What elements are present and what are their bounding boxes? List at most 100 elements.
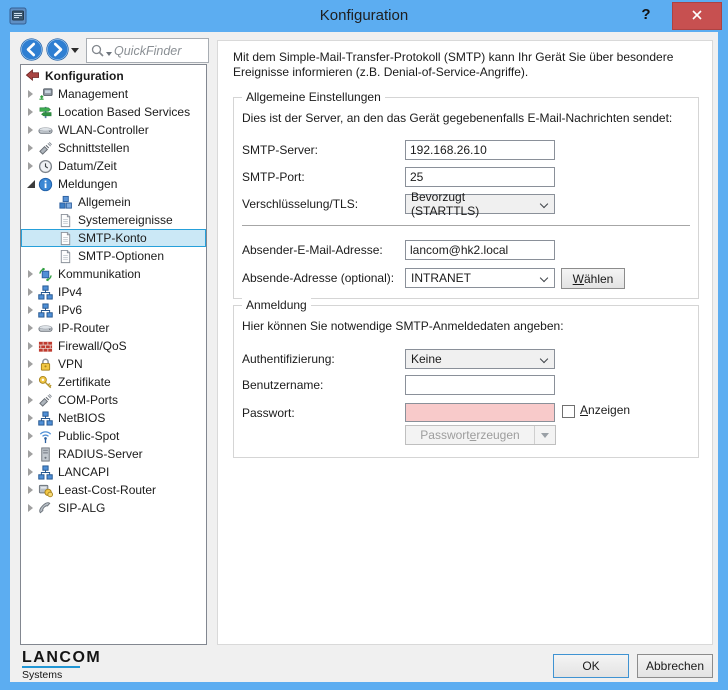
quickfinder-input[interactable] xyxy=(114,43,205,58)
tree-item-least-cost-router[interactable]: Least-Cost-Router xyxy=(21,481,206,499)
tree-item-ipv6[interactable]: IPv6 xyxy=(21,301,206,319)
password-input[interactable] xyxy=(405,403,555,422)
tree-item-netbios[interactable]: NetBIOS xyxy=(21,409,206,427)
generate-password-dropdown-icon[interactable] xyxy=(534,426,555,444)
cancel-button[interactable]: Abbrechen xyxy=(637,654,713,678)
choose-button[interactable]: Wählen xyxy=(561,268,625,289)
phone-icon xyxy=(38,500,55,516)
tree-item-schnittstellen[interactable]: Schnittstellen xyxy=(21,139,206,157)
tree-item-management[interactable]: Management xyxy=(21,85,206,103)
auth-combobox[interactable]: Keine xyxy=(405,349,555,369)
smtp-server-label: SMTP-Server: xyxy=(242,143,319,157)
tree-item-location-based-services[interactable]: Location Based Services xyxy=(21,103,206,121)
connector-icon xyxy=(38,392,55,408)
expander-icon[interactable] xyxy=(25,175,38,193)
login-group: Anmeldung Hier können Sie notwendige SMT… xyxy=(233,298,699,458)
expander-icon[interactable] xyxy=(25,319,38,337)
network-icon xyxy=(38,410,55,426)
tree-item-konfiguration[interactable]: Konfiguration xyxy=(21,67,206,85)
tree-item-allgemein[interactable]: Allgemein xyxy=(21,193,206,211)
smtp-server-input[interactable] xyxy=(405,140,555,160)
expander-icon[interactable] xyxy=(25,355,38,373)
expander-icon[interactable] xyxy=(25,463,38,481)
expander-icon[interactable] xyxy=(25,85,38,103)
auth-label: Authentifizierung: xyxy=(242,352,335,366)
expander-icon[interactable] xyxy=(25,409,38,427)
tree-item-wlan-controller[interactable]: WLAN-Controller xyxy=(21,121,206,139)
management-icon xyxy=(38,86,55,102)
expander-icon[interactable] xyxy=(25,157,38,175)
back-button[interactable] xyxy=(20,38,43,61)
help-button[interactable]: ? xyxy=(632,1,660,29)
titlebar: Konfiguration ? xyxy=(0,0,728,32)
sender-email-input[interactable] xyxy=(405,240,555,260)
expander-icon[interactable] xyxy=(25,265,38,283)
expander-icon[interactable] xyxy=(25,121,38,139)
smtp-port-input[interactable] xyxy=(405,167,555,187)
expander-icon[interactable] xyxy=(25,481,38,499)
config-arrow-icon xyxy=(25,68,42,84)
ok-button[interactable]: OK xyxy=(553,654,629,678)
device-icon xyxy=(38,320,55,336)
username-input[interactable] xyxy=(405,375,555,395)
nav-dropdown-icon[interactable] xyxy=(71,48,79,53)
tree-item-zertifikate[interactable]: Zertifikate xyxy=(21,373,206,391)
network-icon xyxy=(38,284,55,300)
tree-item-ipv4[interactable]: IPv4 xyxy=(21,283,206,301)
tree-item-firewall-qos[interactable]: Firewall/QoS xyxy=(21,337,206,355)
sender-address-combobox[interactable]: INTRANET xyxy=(405,268,555,288)
tree-item-systemereignisse[interactable]: Systemereignisse xyxy=(21,211,206,229)
tree-item-label: COM-Ports xyxy=(58,393,118,407)
document-icon xyxy=(58,212,75,228)
expander-icon[interactable] xyxy=(25,283,38,301)
show-password-label: Anzeigen xyxy=(580,403,631,417)
expander-icon[interactable] xyxy=(25,499,38,517)
chevron-down-icon xyxy=(539,354,549,364)
page-intro-text: Mit dem Simple-Mail-Transfer-Protokoll (… xyxy=(233,50,674,79)
tree-item-public-spot[interactable]: Public-Spot xyxy=(21,427,206,445)
lancom-logo: LANCOM Systems xyxy=(22,650,101,681)
expander-icon[interactable] xyxy=(25,445,38,463)
expander-icon[interactable] xyxy=(25,391,38,409)
search-options-caret-icon[interactable] xyxy=(106,51,112,56)
logo-text: LANCOM xyxy=(22,649,102,666)
show-password-checkbox[interactable] xyxy=(562,405,575,418)
tree-item-smtp-optionen[interactable]: SMTP-Optionen xyxy=(21,247,206,265)
tree-item-label: Firewall/QoS xyxy=(58,339,127,353)
tree-item-kommunikation[interactable]: Kommunikation xyxy=(21,265,206,283)
tree-item-vpn[interactable]: VPN xyxy=(21,355,206,373)
close-button[interactable] xyxy=(672,2,722,30)
tree-item-label: SMTP-Konto xyxy=(78,231,147,245)
tree-item-label: Systemereignisse xyxy=(78,213,173,227)
tree-item-ip-router[interactable]: IP-Router xyxy=(21,319,206,337)
chevron-down-icon xyxy=(539,199,549,209)
tree-item-sip-alg[interactable]: SIP-ALG xyxy=(21,499,206,517)
expander-icon[interactable] xyxy=(25,301,38,319)
tree-item-com-ports[interactable]: COM-Ports xyxy=(21,391,206,409)
coins-icon xyxy=(38,482,55,498)
expander-icon[interactable] xyxy=(25,373,38,391)
generate-password-button[interactable]: Passwort e rzeugen xyxy=(405,425,556,445)
tree-item-label: IP-Router xyxy=(58,321,110,335)
tls-combobox[interactable]: Bevorzugt (STARTTLS) xyxy=(405,190,555,218)
tree-item-label: Management xyxy=(58,87,129,101)
expander-icon[interactable] xyxy=(25,139,38,157)
tree-item-label: WLAN-Controller xyxy=(58,123,149,137)
network-icon xyxy=(38,302,55,318)
clock-icon xyxy=(38,158,55,174)
forward-button[interactable] xyxy=(46,38,69,61)
tree-item-meldungen[interactable]: Meldungen xyxy=(21,175,206,193)
smtp-konto-page: Mit dem Simple-Mail-Transfer-Protokoll (… xyxy=(217,40,713,645)
tree-item-label: Public-Spot xyxy=(58,429,120,443)
expander-icon[interactable] xyxy=(25,337,38,355)
tree-item-datum-zeit[interactable]: Datum/Zeit xyxy=(21,157,206,175)
tree-item-smtp-konto[interactable]: SMTP-Konto xyxy=(21,229,206,247)
tree-item-radius-server[interactable]: RADIUS-Server xyxy=(21,445,206,463)
expander-icon[interactable] xyxy=(25,427,38,445)
expander-icon[interactable] xyxy=(25,103,38,121)
group-legend: Allgemeine Einstellungen xyxy=(242,90,385,104)
tree-item-lancapi[interactable]: LANCAPI xyxy=(21,463,206,481)
tree-item-label: IPv4 xyxy=(58,285,83,299)
